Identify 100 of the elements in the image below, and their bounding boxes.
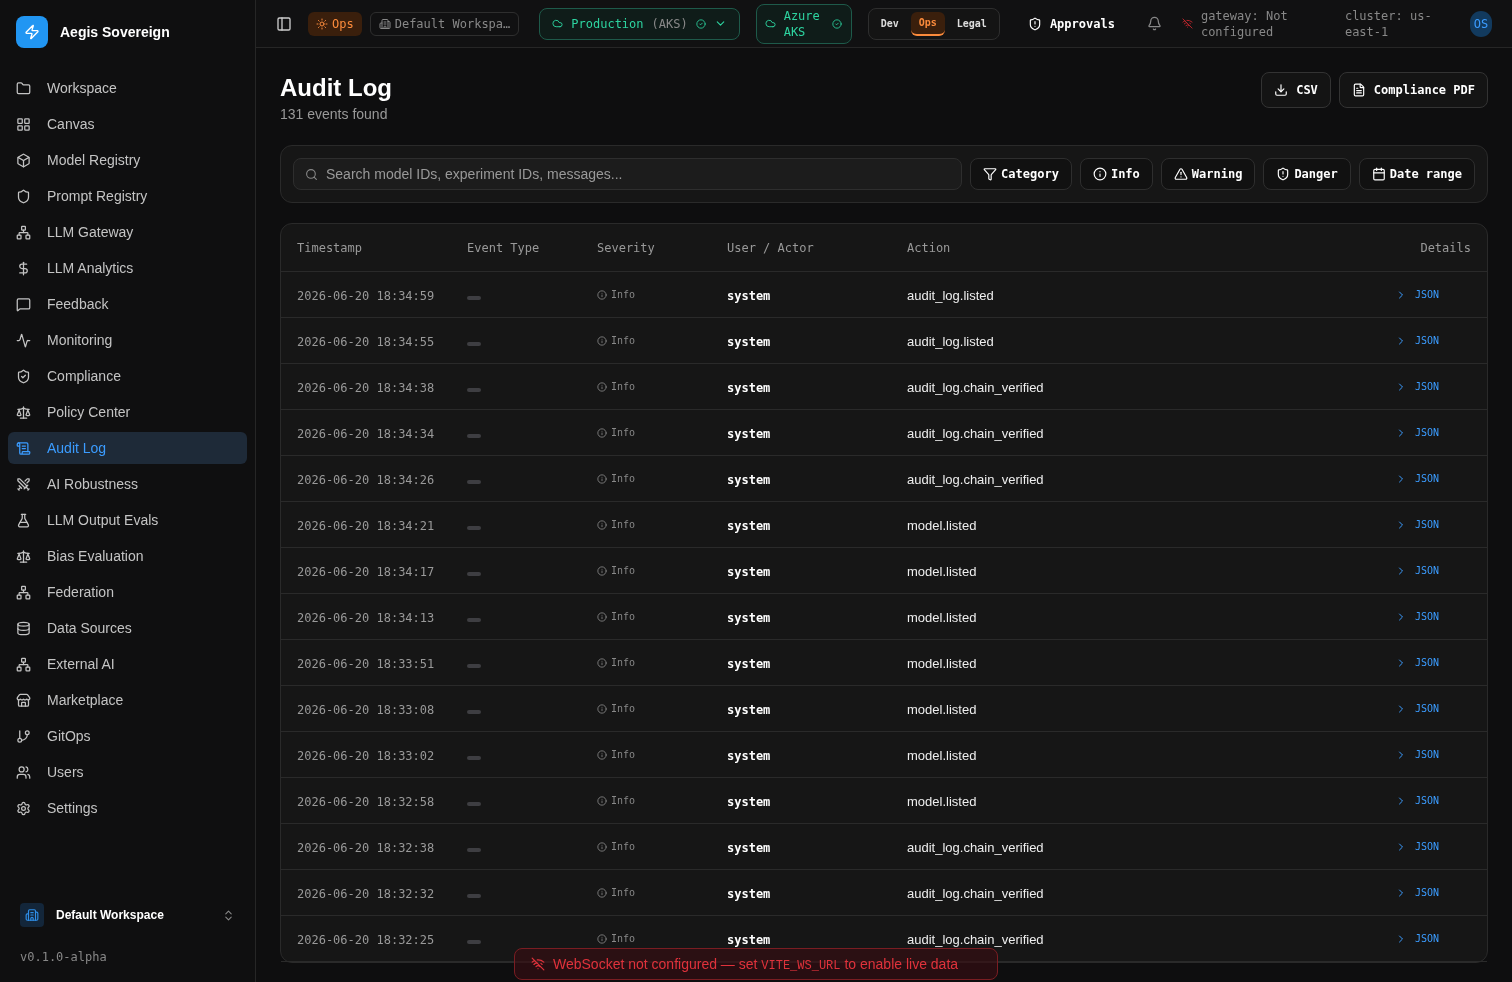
nav-item[interactable]: Policy Center — [8, 396, 247, 428]
table-row[interactable]: 2026-06-20 18:33:02 Info system model.listed JSON — [281, 732, 1487, 778]
nav-item[interactable]: LLM Gateway — [8, 216, 247, 248]
nav-item[interactable]: Workspace — [8, 72, 247, 104]
nav-item[interactable]: Federation — [8, 576, 247, 608]
table-row[interactable]: 2026-06-20 18:33:08 Info system model.listed JSON — [281, 686, 1487, 732]
action-cell: audit_log.chain_verified — [907, 885, 1044, 901]
severity-label: Info — [611, 932, 636, 946]
table-row[interactable]: 2026-06-20 18:32:58 Info system model.listed JSON — [281, 778, 1487, 824]
table-row[interactable]: 2026-06-20 18:34:38 Info system audit_log.chain_verified JSON — [281, 364, 1487, 410]
json-link[interactable]: JSON — [1394, 609, 1439, 624]
table-row[interactable]: 2026-06-20 18:32:32 Info system audit_log.chain_verified JSON — [281, 870, 1487, 916]
nav-item[interactable]: Canvas — [8, 108, 247, 140]
json-link[interactable]: JSON — [1394, 471, 1439, 486]
workspace-chip[interactable]: Default Workspa… — [369, 11, 520, 36]
severity-label: Info — [611, 702, 636, 716]
table-row[interactable]: 2026-06-20 18:34:59 Info system audit_log.listed JSON — [281, 272, 1487, 318]
json-link[interactable]: JSON — [1394, 839, 1439, 854]
role-tab[interactable]: Dev — [872, 11, 907, 36]
json-link[interactable]: JSON — [1394, 563, 1439, 578]
actor-cell: system — [727, 656, 771, 671]
actor-cell: system — [727, 886, 771, 901]
nav-item[interactable]: Compliance — [8, 360, 247, 392]
search-field[interactable]: Search model IDs, experiment IDs, messages... — [293, 158, 963, 190]
json-link[interactable]: JSON — [1394, 379, 1439, 394]
role-tab[interactable]: Legal — [948, 11, 995, 36]
wifi-off-icon — [531, 957, 545, 971]
event-type-pill — [467, 295, 481, 300]
workspace-switcher[interactable]: Default Workspace — [20, 898, 235, 932]
user-avatar[interactable]: OS — [1470, 10, 1492, 37]
nav-item[interactable]: Feedback — [8, 288, 247, 320]
nav-item[interactable]: AI Robustness — [8, 468, 247, 500]
nav-item[interactable]: Marketplace — [8, 684, 247, 716]
table-row[interactable]: 2026-06-20 18:33:51 Info system model.listed JSON — [281, 640, 1487, 686]
flask-icon — [16, 512, 31, 528]
json-link[interactable]: JSON — [1394, 793, 1439, 808]
action-cell: model.listed — [907, 747, 977, 763]
json-link[interactable]: JSON — [1394, 655, 1439, 670]
nav-item[interactable]: Settings — [8, 792, 247, 824]
nav-item[interactable]: Bias Evaluation — [8, 540, 247, 572]
nav-item[interactable]: Audit Log — [8, 432, 247, 464]
timestamp-cell: 2026-06-20 18:34:34 — [297, 426, 435, 441]
panel-toggle-icon[interactable] — [276, 15, 292, 32]
table-row[interactable]: 2026-06-20 18:34:17 Info system model.listed JSON — [281, 548, 1487, 594]
bell-icon[interactable] — [1146, 16, 1162, 31]
table-row[interactable]: 2026-06-20 18:34:34 Info system audit_log.chain_verified JSON — [281, 410, 1487, 456]
scale-icon — [16, 548, 31, 564]
nav-item[interactable]: LLM Analytics — [8, 252, 247, 284]
filter-button[interactable]: Warning — [1160, 158, 1256, 190]
nav-item[interactable]: Users — [8, 756, 247, 788]
json-link[interactable]: JSON — [1394, 701, 1439, 716]
gateway-status: gateway: Not configured — [1200, 7, 1289, 40]
json-link[interactable]: JSON — [1394, 747, 1439, 762]
nav-item[interactable]: LLM Output Evals — [8, 504, 247, 536]
filter-button[interactable]: Category — [970, 158, 1072, 190]
nav-item[interactable]: GitOps — [8, 720, 247, 752]
shield-alert-icon — [1276, 167, 1291, 181]
approvals-button[interactable]: Approvals — [1027, 14, 1115, 33]
table-row[interactable]: 2026-06-20 18:34:13 Info system model.listed JSON — [281, 594, 1487, 640]
document-icon — [1351, 83, 1366, 97]
json-link[interactable]: JSON — [1394, 333, 1439, 348]
json-link[interactable]: JSON — [1394, 931, 1439, 946]
json-link[interactable]: JSON — [1394, 517, 1439, 532]
nav-item[interactable]: Prompt Registry — [8, 180, 247, 212]
json-link[interactable]: JSON — [1394, 425, 1439, 440]
info-icon — [597, 289, 607, 300]
table-row[interactable]: 2026-06-20 18:32:38 Info system audit_log.chain_verified JSON — [281, 824, 1487, 870]
pdf-export-button[interactable]: Compliance PDF — [1338, 72, 1488, 108]
scroll-icon — [16, 440, 31, 456]
environment-name: Production — [571, 15, 644, 33]
wifi-off-icon — [1181, 18, 1193, 29]
logo-icon — [16, 16, 48, 48]
column-header: Severity — [597, 240, 655, 255]
filter-button[interactable]: Danger — [1263, 158, 1351, 190]
json-link[interactable]: JSON — [1394, 287, 1439, 302]
action-cell: model.listed — [907, 563, 977, 579]
filter-button[interactable]: Info — [1079, 158, 1153, 190]
nav-item[interactable]: Monitoring — [8, 324, 247, 356]
csv-export-button[interactable]: CSV — [1261, 72, 1331, 108]
pulse-icon — [16, 332, 31, 348]
table-row[interactable]: 2026-06-20 18:34:21 Info system model.listed JSON — [281, 502, 1487, 548]
severity-label: Info — [611, 886, 636, 900]
table-row[interactable]: 2026-06-20 18:34:26 Info system audit_log.chain_verified JSON — [281, 456, 1487, 502]
filter-button[interactable]: Date range — [1358, 158, 1475, 190]
table-row[interactable]: 2026-06-20 18:34:55 Info system audit_log.listed JSON — [281, 318, 1487, 364]
column-header: Event Type — [467, 240, 540, 255]
info-icon — [597, 933, 607, 944]
timestamp-cell: 2026-06-20 18:34:59 — [297, 288, 435, 303]
nav-item[interactable]: External AI — [8, 648, 247, 680]
json-link[interactable]: JSON — [1394, 885, 1439, 900]
actor-cell: system — [727, 748, 771, 763]
environment-dropdown[interactable]: Production (AKS) — [539, 7, 740, 40]
role-tab[interactable]: Ops — [910, 11, 945, 36]
nav-item[interactable]: Model Registry — [8, 144, 247, 176]
settings-icon — [16, 800, 31, 816]
nav-item[interactable]: Data Sources — [8, 612, 247, 644]
brand-name: Aegis Sovereign — [60, 22, 170, 42]
mode-badge[interactable]: Ops — [308, 11, 362, 36]
shield-icon — [16, 188, 31, 204]
timestamp-cell: 2026-06-20 18:34:21 — [297, 518, 435, 533]
